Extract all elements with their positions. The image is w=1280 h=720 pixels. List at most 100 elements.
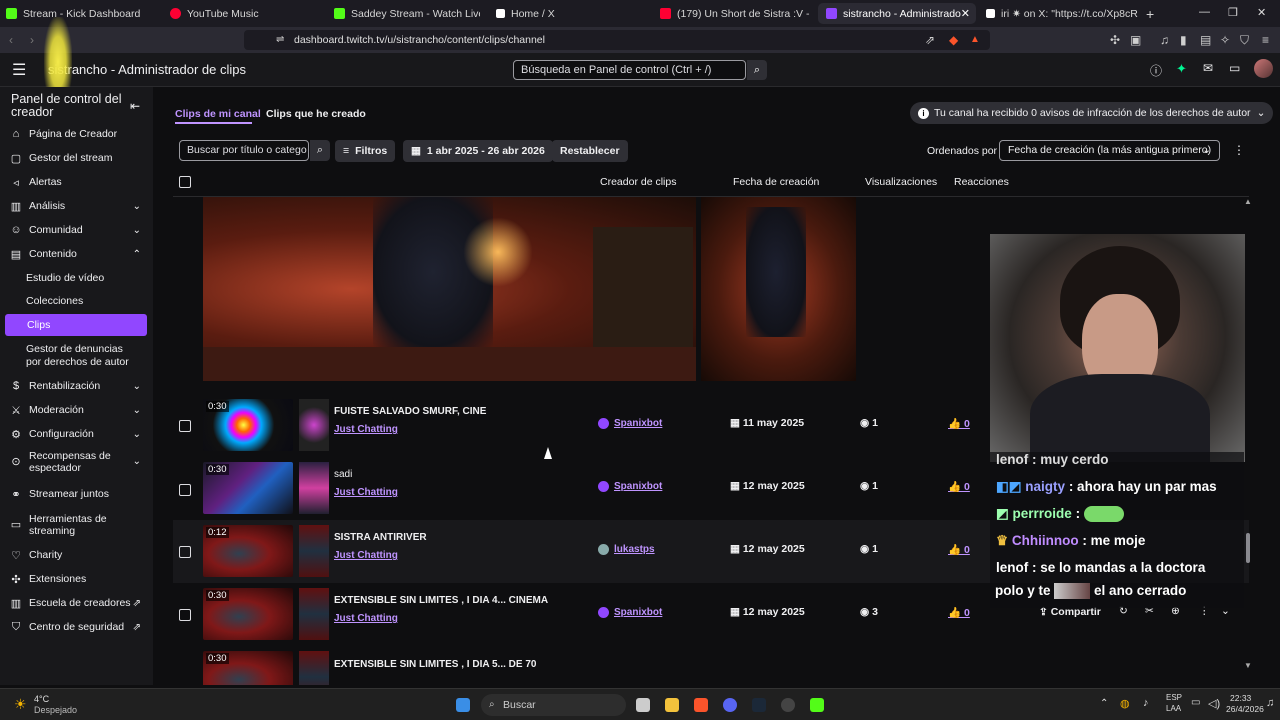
sidebar-item-viewer-rewards[interactable]: ⊙ Recompensas de espectador ⌄	[5, 447, 147, 477]
clip-thumbnail-vertical[interactable]	[299, 462, 329, 514]
music-icon[interactable]: ♫	[1160, 33, 1169, 47]
sidebar-item-creator-camp[interactable]: ▥ Escuela de creadores ⇗	[5, 592, 147, 614]
maximize-icon[interactable]: ❐	[1228, 6, 1238, 19]
url-field[interactable]: dashboard.twitch.tv/u/sistrancho/content…	[244, 30, 990, 50]
back-icon[interactable]: ‹	[9, 33, 13, 47]
taskbar-search[interactable]: ⌕ Buscar	[481, 694, 626, 716]
leo-icon[interactable]: ✧	[1220, 33, 1230, 47]
sidebar-item-stream-manager[interactable]: ▢ Gestor del stream	[5, 147, 147, 169]
sidebar-item-moderation[interactable]: ⚔ Moderación ⌄	[5, 399, 147, 421]
tab-clips-i-created[interactable]: Clips que he creado	[266, 108, 366, 120]
row-checkbox[interactable]	[179, 420, 191, 432]
clip-category-link[interactable]: Just Chatting	[334, 424, 398, 435]
clip-thumbnail-vertical[interactable]	[299, 588, 329, 640]
minimize-icon[interactable]: —	[1199, 6, 1210, 18]
sidebar-item-stream-together[interactable]: ⚭ Streamear juntos	[5, 483, 147, 505]
tab-my-channel-clips[interactable]: Clips de mi canal	[175, 108, 261, 120]
hamburger-icon[interactable]: ☰	[12, 60, 26, 80]
sidebar-subitem-clips[interactable]: Clips	[5, 314, 147, 336]
sidebar-item-settings[interactable]: ⚙ Configuración ⌄	[5, 423, 147, 445]
screenshot-icon[interactable]: ▣	[1130, 33, 1141, 47]
clip-creator-link[interactable]: Spanixbot	[614, 481, 662, 492]
weather-icon[interactable]: ☀	[14, 696, 27, 713]
clip-preview-vertical[interactable]	[701, 197, 856, 381]
clip-thumbnail[interactable]: 0:30	[203, 462, 293, 514]
volume-icon[interactable]: ◁)	[1208, 697, 1220, 710]
clip-creator-link[interactable]: lukastps	[614, 544, 655, 555]
table-scrollbar[interactable]: ▲ ▼	[1244, 197, 1252, 675]
browser-tab[interactable]: (179) Un Short de Sistra :V - YouTube	[660, 3, 812, 24]
share-page-icon[interactable]: ⇗	[925, 33, 935, 47]
filters-button[interactable]: ≡ Filtros	[335, 140, 396, 162]
sidebar-item-alerts[interactable]: ◃ Alertas	[5, 171, 147, 193]
brave-rewards-icon[interactable]: ▲	[970, 33, 980, 47]
browser-tab[interactable]: Stream - Kick Dashboard	[6, 3, 166, 24]
date-range-button[interactable]: ▦ 1 abr 2025 - 26 abr 2026	[403, 140, 553, 162]
language-indicator[interactable]: ESP	[1166, 693, 1182, 702]
window-close-icon[interactable]: ✕	[1257, 6, 1266, 19]
mail-icon[interactable]: ✉	[1203, 61, 1213, 75]
sidebar-item-charity[interactable]: ♡ Charity	[5, 544, 147, 566]
sidebar-item-creator-page[interactable]: ⌂ Página de Creador	[5, 123, 147, 145]
sidebar-item-analytics[interactable]: ▥ Análisis ⌄	[5, 195, 147, 217]
column-views[interactable]: Visualizaciones	[865, 176, 937, 188]
row-checkbox[interactable]	[179, 546, 191, 558]
browser-tab[interactable]: Home / X	[496, 3, 646, 24]
browser-tab-active[interactable]: sistrancho - Administrador de cl✕	[818, 3, 976, 24]
brave-browser-icon[interactable]	[694, 698, 708, 712]
clip-thumbnail-vertical[interactable]	[299, 399, 329, 451]
clip-reactions[interactable]: 0	[964, 481, 970, 493]
help-icon[interactable]: ⓘ	[1150, 62, 1162, 79]
sidebar-item-safety-center[interactable]: ⛉ Centro de seguridad ⇗	[5, 616, 147, 638]
scroll-up-icon[interactable]: ▲	[1244, 197, 1252, 206]
clip-thumbnail[interactable]: 0:30	[203, 651, 293, 685]
spark-icon[interactable]: ✦	[1176, 61, 1187, 77]
network-icon[interactable]: ▭	[1191, 697, 1200, 708]
clip-reactions[interactable]: 0	[964, 607, 970, 619]
column-reactions[interactable]: Reacciones	[954, 176, 1009, 188]
extensions-puzzle-icon[interactable]: ✣	[1110, 33, 1120, 47]
clip-category-link[interactable]: Just Chatting	[334, 550, 398, 561]
steam-icon[interactable]	[752, 698, 766, 712]
browser-tab[interactable]: Saddey Stream - Watch Live on K	[334, 3, 480, 24]
tray-app-icon[interactable]: ◍	[1120, 697, 1130, 710]
browser-tab[interactable]: iri ✷ on X: "https://t.co/Xp8cRkil0k"	[986, 3, 1138, 24]
brave-shield-icon[interactable]: ◆	[949, 33, 958, 47]
file-explorer-icon[interactable]	[665, 698, 679, 712]
reset-button[interactable]: Restablecer	[552, 140, 628, 162]
row-checkbox[interactable]	[179, 484, 191, 496]
clip-creator-link[interactable]: Spanixbot	[614, 607, 662, 618]
clip-reactions[interactable]: 0	[964, 544, 970, 556]
chat-bubble-icon[interactable]: ▭	[1229, 61, 1240, 75]
more-options-icon[interactable]: ⋮	[1233, 143, 1245, 157]
row-checkbox[interactable]	[179, 609, 191, 621]
clip-title[interactable]: SISTRA ANTIRIVER	[334, 532, 427, 543]
kick-icon[interactable]	[810, 698, 824, 712]
notifications-icon[interactable]: ♫	[1266, 697, 1274, 709]
tray-chevron-icon[interactable]: ⌃	[1100, 698, 1108, 709]
browser-tab[interactable]: YouTube Music	[170, 3, 330, 24]
search-icon[interactable]: ⌕	[747, 60, 767, 80]
windows-start-icon[interactable]	[456, 698, 470, 712]
clip-thumbnail[interactable]: 0:12	[203, 525, 293, 577]
clip-reactions[interactable]: 0	[964, 418, 970, 430]
column-creator[interactable]: Creador de clips	[600, 176, 676, 188]
collapse-sidebar-icon[interactable]: ⇤	[130, 99, 140, 113]
sidebar-item-community[interactable]: ☺ Comunidad ⌄	[5, 219, 147, 241]
column-date[interactable]: Fecha de creación	[733, 176, 819, 188]
sort-select[interactable]: Fecha de creación (la más antigua primer…	[999, 140, 1220, 161]
clip-title[interactable]: EXTENSIBLE SIN LIMITES , I DIA 4... CINE…	[334, 595, 548, 606]
clip-category-link[interactable]: Just Chatting	[334, 487, 398, 498]
clip-title[interactable]: EXTENSIBLE SIN LIMITES , I DIA 5... DE 7…	[334, 659, 536, 670]
clip-title[interactable]: FUISTE SALVADO SMURF, CINE	[334, 406, 486, 417]
select-all-checkbox[interactable]	[179, 176, 191, 188]
vpn-icon[interactable]: ⛉	[1240, 33, 1249, 47]
menu-icon[interactable]: ≡	[1262, 33, 1269, 47]
obs-icon[interactable]	[781, 698, 795, 712]
clip-creator-link[interactable]: Spanixbot	[614, 418, 662, 429]
scrollbar-thumb[interactable]	[1246, 533, 1250, 563]
scroll-down-icon[interactable]: ▼	[1244, 661, 1252, 670]
forward-icon[interactable]: ›	[30, 33, 34, 47]
copyright-notice-pill[interactable]: i Tu canal ha recibido 0 avisos de infra…	[910, 102, 1274, 124]
sidebar-toggle-icon[interactable]: ▮	[1180, 33, 1187, 47]
